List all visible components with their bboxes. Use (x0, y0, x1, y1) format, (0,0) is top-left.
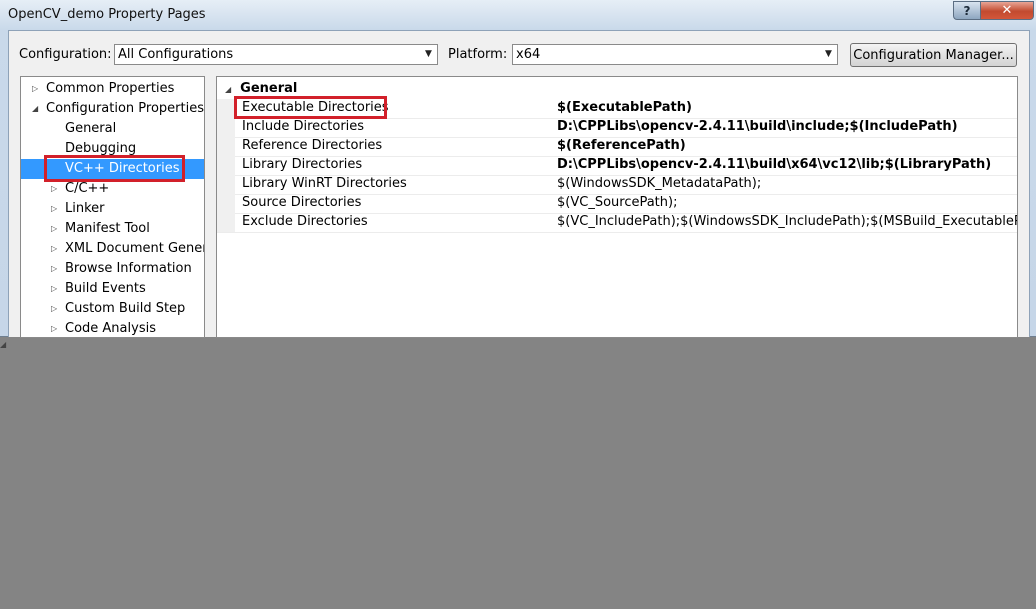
tree-item[interactable]: VC++ Directories (21, 159, 204, 179)
expand-icon[interactable]: ▷ (51, 179, 61, 198)
tree-item[interactable]: General (21, 119, 204, 139)
collapse-icon[interactable]: ◢ (225, 85, 231, 94)
property-value[interactable]: $(VC_IncludePath);$(WindowsSDK_IncludePa… (557, 213, 1017, 231)
tree-item[interactable]: ▷ XML Document Generat (21, 239, 204, 259)
property-row[interactable]: Reference Directories $(ReferencePath) (217, 137, 1017, 157)
expand-icon[interactable]: ▷ (51, 259, 61, 278)
property-pages-window: OpenCV_demo Property Pages ? ✕ Configura… (0, 0, 1036, 338)
property-row[interactable]: Exclude Directories $(VC_IncludePath);$(W… (217, 213, 1017, 233)
tree-item-label: Build Events (65, 281, 146, 296)
tree-item[interactable]: ▷ Manifest Tool (21, 219, 204, 239)
tree-item-label: Configuration Properties (46, 101, 204, 116)
tree-item[interactable]: ▷ C/C++ (21, 179, 204, 199)
collapse-icon[interactable]: ◢ (32, 99, 42, 118)
expand-icon[interactable]: ▷ (32, 79, 42, 98)
tree-item[interactable]: ▷ Linker (21, 199, 204, 219)
row-gutter (217, 175, 235, 194)
property-name: Executable Directories (242, 100, 389, 115)
row-gutter (217, 156, 235, 175)
tree-item-label: XML Document Generat (65, 241, 204, 256)
tree-item-label: Manifest Tool (65, 221, 150, 236)
property-value[interactable]: $(ExecutablePath) (557, 99, 1017, 117)
resize-grip-icon[interactable]: ◢ (0, 340, 14, 350)
tree-item-label: Debugging (65, 141, 137, 156)
property-row[interactable]: Executable Directories $(ExecutablePath) (217, 99, 1017, 119)
tree-item-label: C/C++ (65, 181, 110, 196)
platform-label: Platform: (448, 47, 508, 62)
expand-icon[interactable]: ▷ (51, 279, 61, 298)
expand-icon[interactable]: ▷ (51, 219, 61, 238)
tree-item[interactable]: ▷ Custom Build Step (21, 299, 204, 319)
category-label: General (240, 81, 298, 96)
dialog-client-area: Configuration: All Configurations ▼ Plat… (8, 30, 1030, 338)
property-name: Reference Directories (242, 138, 383, 153)
row-gutter (217, 118, 235, 137)
row-gutter (217, 137, 235, 156)
chevron-down-icon: ▼ (825, 49, 832, 59)
expand-icon[interactable]: ▷ (51, 239, 61, 258)
tree-item-label: VC++ Directories (65, 161, 180, 176)
tree-item-label: Browse Information (65, 261, 192, 276)
tree-item[interactable]: ▷ Build Events (21, 279, 204, 299)
property-value[interactable]: $(ReferencePath) (557, 137, 1017, 155)
tree-item-label: Code Analysis (65, 321, 156, 336)
grid-category-general[interactable]: ◢ General (225, 81, 297, 96)
property-value[interactable]: D:\CPPLibs\opencv-2.4.11\build\x64\vc12\… (557, 156, 1017, 174)
property-row[interactable]: Source Directories $(VC_SourcePath); (217, 194, 1017, 214)
configuration-dropdown[interactable]: All Configurations ▼ (114, 44, 438, 65)
configuration-value: All Configurations (118, 47, 234, 62)
property-value[interactable]: $(VC_SourcePath); (557, 194, 1017, 212)
title-bar[interactable]: OpenCV_demo Property Pages ? ✕ (0, 0, 1036, 30)
tree-item[interactable]: ▷ Common Properties (21, 79, 204, 99)
property-row[interactable]: Include Directories D:\CPPLibs\opencv-2.4… (217, 118, 1017, 138)
tree-item[interactable]: Debugging (21, 139, 204, 159)
configuration-manager-button[interactable]: Configuration Manager... (850, 43, 1017, 67)
row-gutter (217, 99, 235, 118)
property-name: Source Directories (242, 195, 362, 210)
property-name: Library Directories (242, 157, 363, 172)
tree-item-label: Common Properties (46, 81, 175, 96)
property-row[interactable]: Library WinRT Directories $(WindowsSDK_Me… (217, 175, 1017, 195)
property-name: Include Directories (242, 119, 365, 134)
tree-item-label: General (65, 121, 117, 136)
property-value[interactable]: D:\CPPLibs\opencv-2.4.11\build\include;$… (557, 118, 1017, 136)
property-value[interactable]: $(WindowsSDK_MetadataPath); (557, 175, 1017, 193)
property-name: Library WinRT Directories (242, 176, 407, 191)
help-button[interactable]: ? (953, 1, 981, 20)
tree-item[interactable]: ▷ Browse Information (21, 259, 204, 279)
configuration-label: Configuration: (19, 47, 112, 62)
chevron-down-icon: ▼ (425, 49, 432, 59)
tree-item-label: Custom Build Step (65, 301, 186, 316)
window-title: OpenCV_demo Property Pages (8, 7, 206, 22)
platform-value: x64 (516, 47, 541, 62)
property-grid[interactable]: ◢ General Executable Directories $(Executa… (216, 76, 1018, 338)
property-row[interactable]: Library Directories D:\CPPLibs\opencv-2.4… (217, 156, 1017, 176)
tree-item-label: Linker (65, 201, 105, 216)
expand-icon[interactable]: ▷ (51, 299, 61, 318)
expand-icon[interactable]: ▷ (51, 199, 61, 218)
platform-dropdown[interactable]: x64 ▼ (512, 44, 838, 65)
tree-item[interactable]: ◢ Configuration Properties (21, 99, 204, 119)
property-name: Exclude Directories (242, 214, 368, 229)
close-button[interactable]: ✕ (980, 1, 1034, 20)
row-gutter (217, 194, 235, 213)
tree-item[interactable]: ▷ Code Analysis (21, 319, 204, 337)
row-gutter (217, 213, 235, 232)
expand-icon[interactable]: ▷ (51, 319, 61, 337)
property-tree[interactable]: ▷ Common Properties ◢ Configuration Propert… (20, 76, 205, 338)
